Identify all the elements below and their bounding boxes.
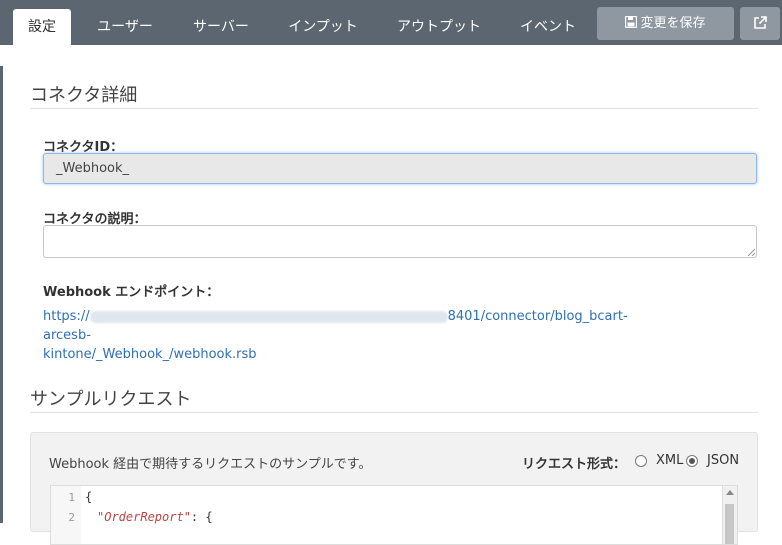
line-number: 2 xyxy=(68,511,75,524)
endpoint-prefix: https:// xyxy=(43,309,90,324)
external-link-icon xyxy=(754,16,767,29)
sample-request-description: Webhook 経由で期待するリクエストのサンプルです。 xyxy=(49,457,372,472)
tab-events[interactable]: イベント xyxy=(508,9,588,45)
top-nav-bar: 設定 ユーザー サーバー インプット アウトプット イベント 変更を保存 xyxy=(0,0,782,45)
tab-settings[interactable]: 設定 xyxy=(13,9,71,45)
connector-description-textarea[interactable] xyxy=(43,225,757,258)
open-external-button[interactable] xyxy=(740,7,780,40)
endpoint-path: kintone/_Webhook_/webhook.rsb xyxy=(43,347,257,362)
left-edge-bar xyxy=(0,66,3,523)
scroll-thumb[interactable] xyxy=(725,504,734,544)
format-xml-label[interactable]: XML xyxy=(656,453,683,468)
redacted-host xyxy=(89,310,448,323)
line-number-gutter: 1 2 xyxy=(51,486,81,544)
resize-handle-icon[interactable] xyxy=(747,248,755,256)
section-divider-2 xyxy=(30,412,758,413)
save-changes-button[interactable]: 変更を保存 xyxy=(597,7,734,40)
format-xml-radio[interactable] xyxy=(635,455,647,467)
scroll-up-arrow-icon[interactable] xyxy=(726,490,734,495)
sample-request-title: サンプルリクエスト xyxy=(30,389,192,410)
line-number: 1 xyxy=(68,491,75,504)
save-icon xyxy=(625,15,638,29)
webhook-endpoint-label: Webhook エンドポイント： xyxy=(43,285,220,300)
tab-output[interactable]: アウトプット xyxy=(388,9,490,45)
editor-scrollbar[interactable] xyxy=(722,486,737,544)
json-key: "OrderReport" xyxy=(97,510,191,524)
webhook-endpoint-link[interactable]: https://8401/connector/blog_bcart-arcesb… xyxy=(43,307,663,364)
request-format-label: リクエスト形式： xyxy=(522,457,627,472)
tab-input[interactable]: インプット xyxy=(278,9,368,45)
format-json-radio[interactable] xyxy=(686,455,698,467)
code-line: { xyxy=(85,490,93,504)
connector-id-field[interactable]: _Webhook_ xyxy=(43,153,757,184)
format-json-label[interactable]: JSON xyxy=(707,453,739,468)
connector-details-title: コネクタ詳細 xyxy=(30,85,138,106)
tab-server[interactable]: サーバー xyxy=(182,9,260,45)
json-punct: : { xyxy=(190,510,213,524)
code-line: "OrderReport": { xyxy=(97,510,213,524)
sample-code-editor[interactable]: 1 2 { "OrderReport": { xyxy=(50,485,738,545)
section-divider xyxy=(30,108,758,109)
save-changes-label: 変更を保存 xyxy=(640,16,706,31)
tab-users[interactable]: ユーザー xyxy=(86,9,164,45)
